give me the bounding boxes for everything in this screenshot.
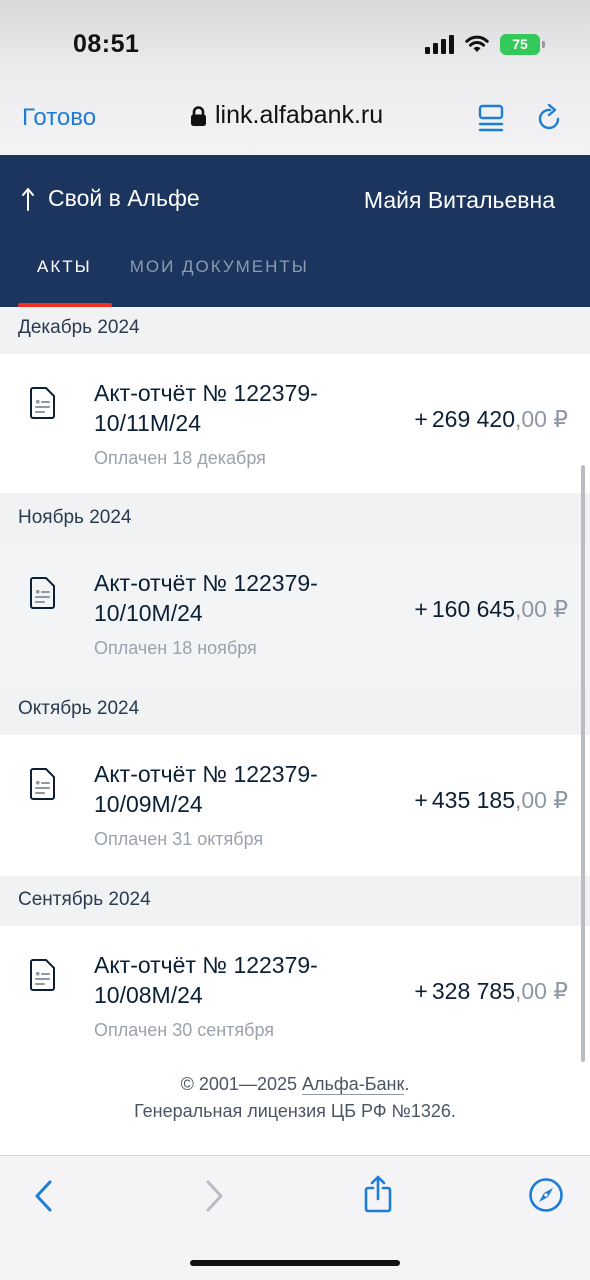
act-title: Акт-отчёт № 122379- 10/10М/24 [94,568,364,628]
act-title-line1: Акт-отчёт № 122379- [94,570,318,596]
amount-main: 269 420 [431,406,515,432]
amount-cents: ,00 ₽ [515,596,568,622]
battery-indicator: 75 [500,33,545,55]
home-indicator [190,1260,400,1266]
status-icons: 75 [425,32,545,56]
license-text: Генеральная лицензия ЦБ РФ №1326. [134,1101,456,1121]
forward-icon[interactable] [202,1178,226,1214]
act-status: Оплачен 18 декабря [94,448,266,468]
battery-level: 75 [512,36,528,52]
list-item[interactable]: Акт-отчёт № 122379- 10/11М/24 Оплачен 18… [0,354,590,493]
copyright-suffix: . [404,1074,410,1094]
wifi-icon [465,35,489,52]
lock-icon [191,105,206,126]
act-amount: +160 645,00 ₽ [414,596,568,623]
act-title-line2: 10/09М/24 [94,791,203,817]
act-title-line2: 10/10М/24 [94,600,203,626]
amount-sign: + [414,978,428,1004]
amount-sign: + [414,787,428,813]
month-header: Ноябрь 2024 [0,493,590,544]
reload-icon[interactable] [536,103,564,133]
amount-cents: ,00 ₽ [515,406,568,432]
share-icon[interactable] [362,1174,394,1214]
act-title-line1: Акт-отчёт № 122379- [94,380,318,406]
amount-main: 328 785 [431,978,515,1004]
tab-my-documents[interactable]: МОИ ДОКУМЕНТЫ [112,251,327,307]
arrow-up-icon [22,187,34,211]
act-status: Оплачен 31 октября [94,829,264,849]
address-bar[interactable]: link.alfabank.ru [190,101,383,130]
browser-top-chrome: 08:51 75 Готово link.alfabank.ru [0,0,590,155]
act-title: Акт-отчёт № 122379- 10/11М/24 [94,378,364,438]
amount-cents: ,00 ₽ [515,978,568,1004]
bank-link[interactable]: Альфа-Банк [302,1074,405,1095]
back-icon[interactable] [32,1178,56,1214]
act-title-line2: 10/08М/24 [94,982,203,1008]
amount-sign: + [414,406,428,432]
list-item[interactable]: Акт-отчёт № 122379- 10/10М/24 Оплачен 18… [0,544,590,685]
amount-main: 160 645 [431,596,515,622]
compass-icon[interactable] [528,1177,564,1213]
act-title: Акт-отчёт № 122379- 10/08М/24 [94,950,364,1010]
act-title: Акт-отчёт № 122379- 10/09М/24 [94,759,364,819]
month-header: Декабрь 2024 [0,307,590,354]
brand-link[interactable]: Свой в Альфе [22,185,200,212]
amount-sign: + [414,596,428,622]
act-status: Оплачен 18 ноября [94,638,257,658]
month-header: Октябрь 2024 [0,685,590,735]
tab-bar: АКТЫ МОИ ДОКУМЕНТЫ [0,251,327,307]
document-icon [30,577,55,609]
done-button[interactable]: Готово [22,104,96,132]
act-amount: +328 785,00 ₽ [414,978,568,1005]
act-status: Оплачен 30 сентября [94,1020,275,1040]
user-name[interactable]: Майя Витальевна [364,187,555,214]
copyright-prefix: © 2001—2025 [180,1074,302,1094]
acts-list: Декабрь 2024 Акт-отчёт № 122379- 10/11М/… [0,307,590,1066]
amount-cents: ,00 ₽ [515,787,568,813]
brand-name: Свой в Альфе [48,185,200,211]
signal-icon [425,34,454,54]
app-header: Свой в Альфе Майя Витальевна АКТЫ МОИ ДО… [0,155,590,307]
document-icon [30,387,55,419]
scrollbar[interactable] [581,465,585,1062]
list-item[interactable]: Акт-отчёт № 122379- 10/08М/24 Оплачен 30… [0,926,590,1066]
footer: © 2001—2025 Альфа-Банк. Генеральная лице… [0,1071,590,1125]
document-icon [30,959,55,991]
copyright: © 2001—2025 Альфа-Банк. [0,1071,590,1098]
document-icon [30,768,55,800]
amount-main: 435 185 [431,787,515,813]
act-title-line1: Акт-отчёт № 122379- [94,761,318,787]
status-time: 08:51 [73,30,140,58]
act-title-line1: Акт-отчёт № 122379- [94,952,318,978]
url-text: link.alfabank.ru [215,101,384,129]
act-amount: +435 185,00 ₽ [414,787,568,814]
tab-acts[interactable]: АКТЫ [0,251,112,307]
act-title-line2: 10/11М/24 [94,410,201,436]
month-header: Сентябрь 2024 [0,876,590,926]
act-amount: +269 420,00 ₽ [414,406,568,433]
list-item[interactable]: Акт-отчёт № 122379- 10/09М/24 Оплачен 31… [0,735,590,876]
reader-mode-icon[interactable] [478,103,504,133]
